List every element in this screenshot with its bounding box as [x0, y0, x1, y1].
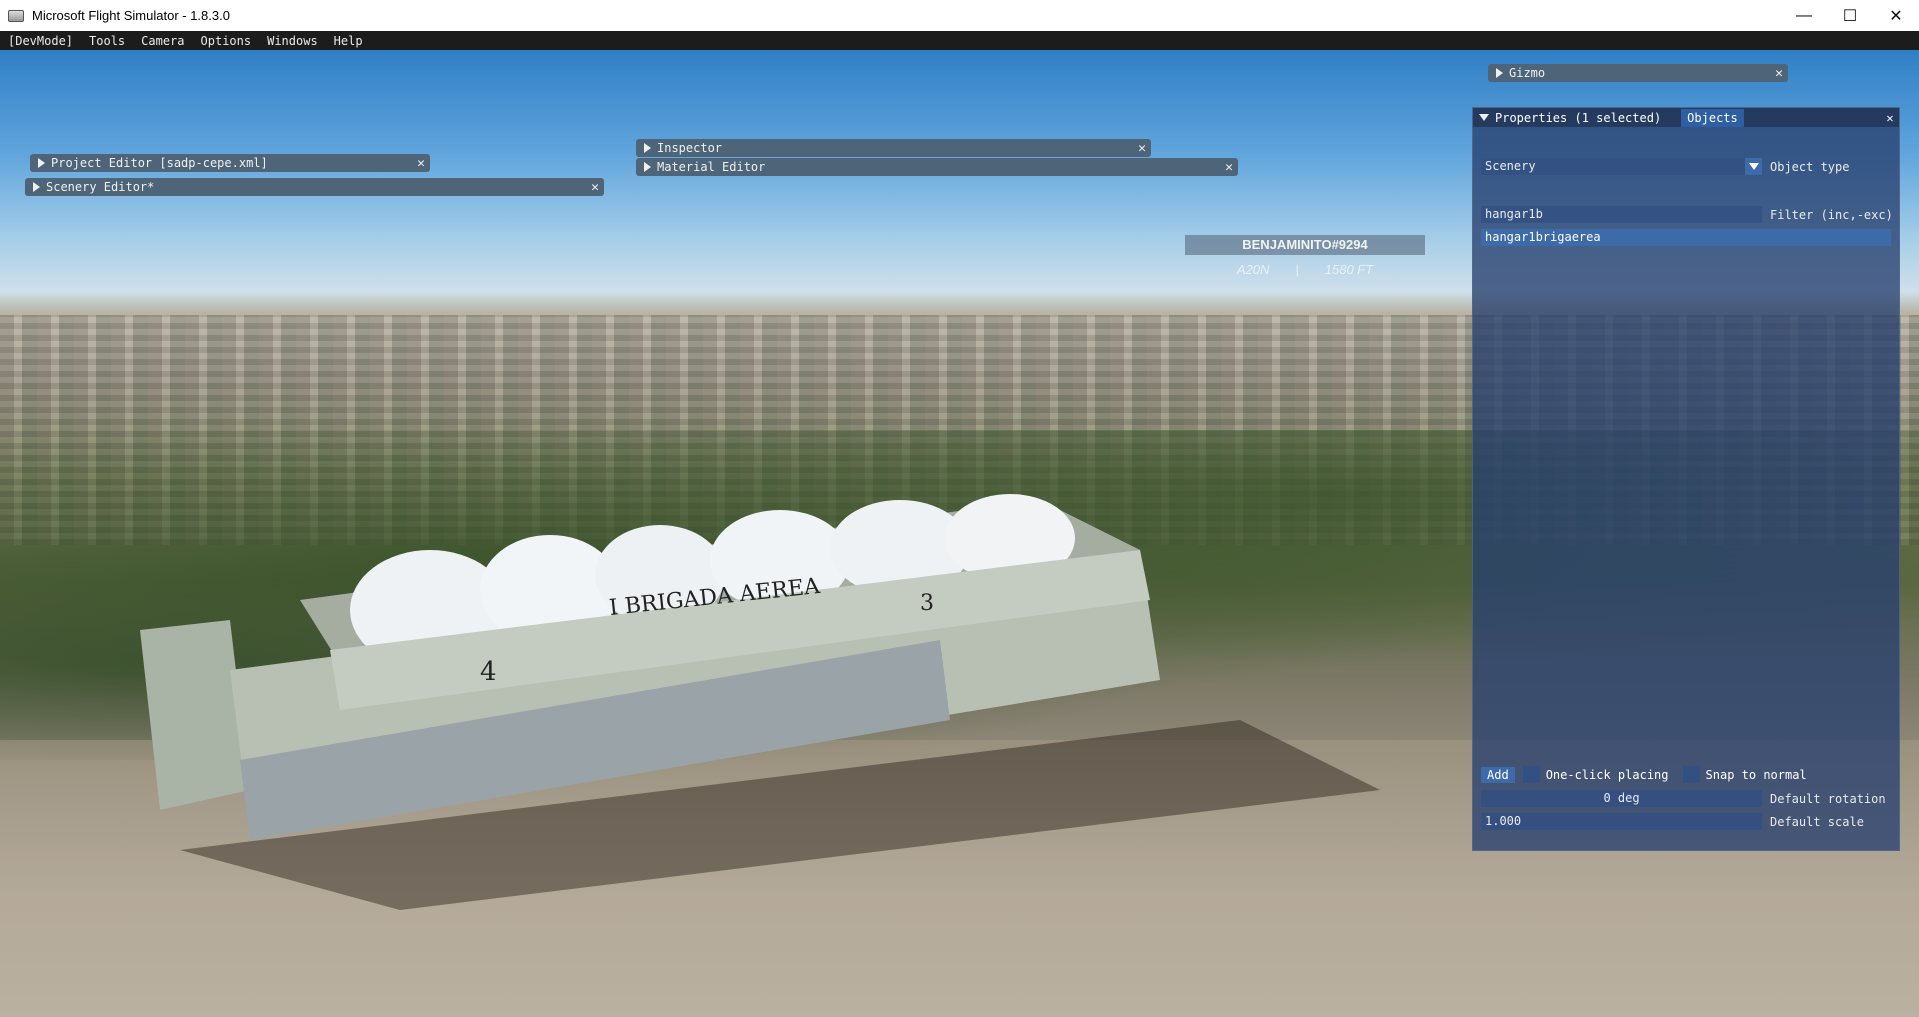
- object-type-label: Object type: [1770, 159, 1850, 174]
- close-icon[interactable]: ✕: [1133, 141, 1151, 156]
- player-altitude: 1580 FT: [1324, 262, 1374, 277]
- properties-title: Properties (1 selected): [1495, 110, 1662, 125]
- expand-icon: [33, 182, 40, 192]
- list-item[interactable]: hangar1brigaerea: [1481, 229, 1891, 246]
- scale-label: Default scale: [1770, 814, 1864, 829]
- close-icon[interactable]: ✕: [412, 156, 430, 171]
- hangar-number-right: 3: [920, 591, 934, 616]
- close-icon[interactable]: ✕: [586, 180, 604, 195]
- player-aircraft: A20N: [1236, 262, 1270, 277]
- app-icon: [8, 9, 24, 22]
- object-type-select[interactable]: Scenery: [1481, 158, 1745, 175]
- inspector-title: Inspector: [657, 141, 723, 155]
- add-button[interactable]: Add: [1481, 766, 1515, 783]
- minimize-button[interactable]: —: [1781, 0, 1827, 31]
- placement-options-row: Add One-click placing Snap to normal: [1481, 766, 1807, 783]
- hangar-model[interactable]: I BRIGADA AEREA 4 3: [140, 490, 1380, 910]
- rotation-row: 0 deg Default rotation: [1481, 790, 1886, 807]
- one-click-placing-label: One-click placing: [1545, 767, 1669, 782]
- rotation-input[interactable]: 0 deg: [1481, 790, 1762, 807]
- scale-row: 1.000 Default scale: [1481, 813, 1864, 830]
- close-icon[interactable]: ✕: [1881, 111, 1899, 125]
- inspector-panel[interactable]: Inspector ✕: [636, 139, 1151, 157]
- snap-to-normal-checkbox[interactable]: [1682, 766, 1700, 783]
- properties-header[interactable]: Properties (1 selected) Objects ✕: [1473, 108, 1899, 127]
- filter-label: Filter (inc,-exc): [1770, 207, 1893, 222]
- dropdown-arrow-icon[interactable]: [1745, 158, 1762, 175]
- filter-input[interactable]: hangar1b: [1481, 206, 1762, 223]
- expand-icon: [38, 158, 45, 168]
- menu-windows[interactable]: Windows: [259, 34, 326, 48]
- scale-input[interactable]: 1.000: [1481, 813, 1762, 830]
- window-titlebar: Microsoft Flight Simulator - 1.8.3.0 — ☐…: [0, 0, 1919, 31]
- close-window-button[interactable]: ✕: [1873, 0, 1919, 31]
- rotation-label: Default rotation: [1770, 791, 1886, 806]
- filter-row: hangar1b Filter (inc,-exc): [1481, 206, 1893, 223]
- menu-camera[interactable]: Camera: [133, 34, 192, 48]
- one-click-placing-checkbox[interactable]: [1522, 766, 1540, 783]
- gizmo-panel-title: Gizmo: [1509, 66, 1546, 80]
- collapse-icon[interactable]: [1479, 114, 1489, 121]
- player-info-separator: |: [1295, 262, 1299, 277]
- window-title: Microsoft Flight Simulator - 1.8.3.0: [32, 8, 230, 23]
- expand-icon: [644, 162, 651, 172]
- snap-to-normal-label: Snap to normal: [1705, 767, 1807, 782]
- properties-window[interactable]: Properties (1 selected) Objects ✕ Scener…: [1472, 107, 1900, 851]
- gizmo-panel[interactable]: Gizmo ✕: [1488, 64, 1788, 82]
- scenery-editor-panel[interactable]: Scenery Editor* ✕: [25, 178, 604, 196]
- project-editor-title: Project Editor [sadp-cepe.xml]: [51, 156, 268, 170]
- menu-help[interactable]: Help: [326, 34, 371, 48]
- player-info: A20N | 1580 FT: [1185, 262, 1425, 277]
- expand-icon: [644, 143, 651, 153]
- menu-tools[interactable]: Tools: [81, 34, 133, 48]
- menu-bar: [DevMode] Tools Camera Options Windows H…: [0, 31, 1919, 50]
- material-editor-title: Material Editor: [657, 160, 766, 174]
- hangar-number-left: 4: [480, 657, 497, 687]
- close-icon[interactable]: ✕: [1770, 66, 1788, 81]
- expand-icon: [1496, 68, 1503, 78]
- scenery-editor-title: Scenery Editor*: [46, 180, 155, 194]
- close-icon[interactable]: ✕: [1220, 160, 1238, 175]
- player-name-tag: BENJAMINITO#9294: [1185, 235, 1425, 255]
- object-type-row: Scenery Object type: [1481, 158, 1849, 175]
- menu-devmode[interactable]: [DevMode]: [0, 34, 81, 48]
- menu-options[interactable]: Options: [193, 34, 260, 48]
- tab-objects[interactable]: Objects: [1681, 108, 1744, 127]
- project-editor-panel[interactable]: Project Editor [sadp-cepe.xml] ✕: [30, 154, 430, 172]
- maximize-button[interactable]: ☐: [1827, 0, 1873, 31]
- material-editor-panel[interactable]: Material Editor ✕: [636, 158, 1238, 176]
